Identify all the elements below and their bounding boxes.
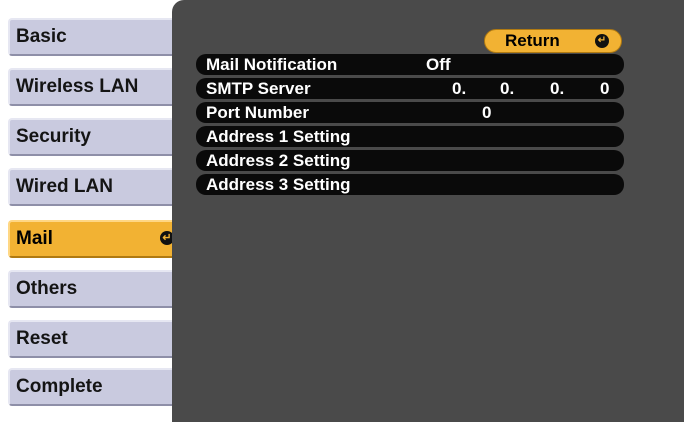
row-label: Address 3 Setting [206,175,351,194]
smtp-octet-4: 0 [600,79,610,98]
port-number-row[interactable]: Port Number 0 [196,102,624,123]
tab-wireless-lan[interactable]: Wireless LAN [8,68,180,106]
mail-notification-value: Off [426,55,451,74]
tab-label: Security [16,126,91,147]
return-label: Return [505,31,560,50]
return-button[interactable]: Return ↵ [484,29,622,53]
tab-mail[interactable]: Mail ↵ [8,220,184,258]
mail-notification-row[interactable]: Mail Notification Off [196,54,624,75]
tab-label: Wired LAN [16,176,113,197]
address-1-setting-row[interactable]: Address 1 Setting [196,126,624,147]
smtp-server-row[interactable]: SMTP Server 0. 0. 0. 0 [196,78,624,99]
tab-complete[interactable]: Complete [8,368,180,406]
smtp-octet-1: 0. [452,79,467,98]
row-label: SMTP Server [206,79,311,98]
tab-label: Reset [16,328,68,349]
tab-wired-lan[interactable]: Wired LAN [8,168,180,206]
tab-label: Wireless LAN [16,76,139,97]
tab-label: Mail [16,228,53,249]
tab-label: Complete [16,376,103,397]
row-label: Mail Notification [206,55,338,74]
tab-security[interactable]: Security [8,118,180,156]
address-2-setting-row[interactable]: Address 2 Setting [196,150,624,171]
return-icon: ↵ [595,34,609,48]
sidebar-menu: Basic Wireless LAN Security Wired LAN Ma… [0,0,186,422]
tab-basic[interactable]: Basic [8,18,180,56]
row-label: Port Number [206,103,309,122]
tab-label: Basic [16,26,67,47]
address-3-setting-row[interactable]: Address 3 Setting [196,174,624,195]
smtp-octet-3: 0. [550,79,565,98]
tab-reset[interactable]: Reset [8,320,180,358]
smtp-octet-2: 0. [500,79,515,98]
tab-others[interactable]: Others [8,270,180,308]
row-label: Address 2 Setting [206,151,351,170]
tab-label: Others [16,278,78,299]
port-number-value: 0 [482,103,492,122]
row-label: Address 1 Setting [206,127,351,146]
